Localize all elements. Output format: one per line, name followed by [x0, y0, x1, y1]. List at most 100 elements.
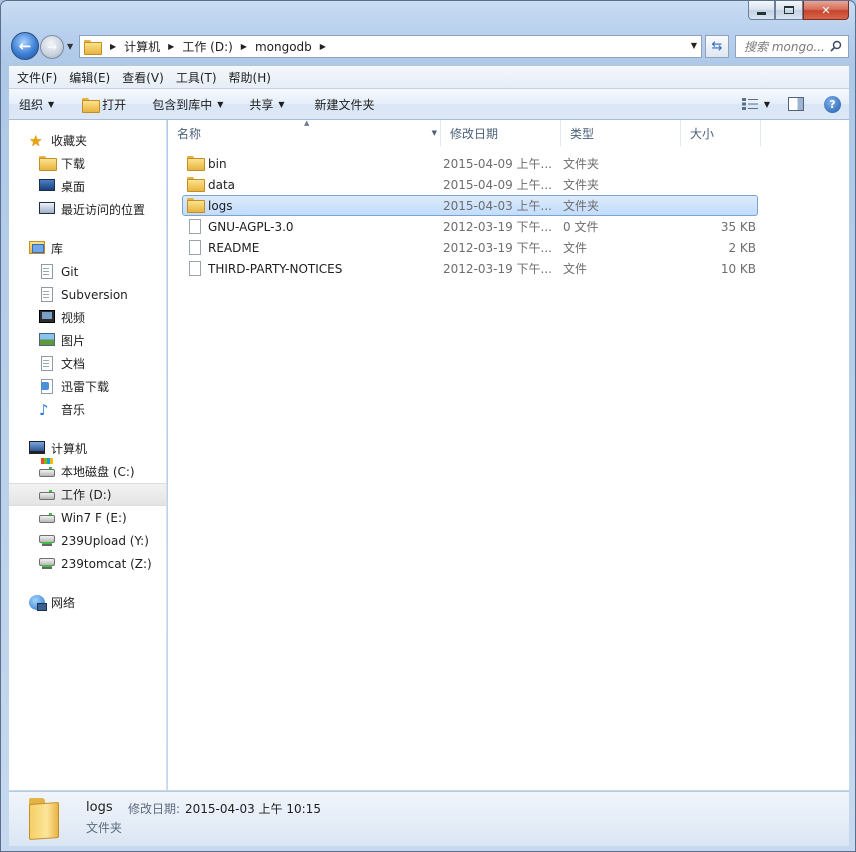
navigation-row: ← → ▼ ▶ 计算机 ▶ 工作 (D:) ▶ mongodb ▶ ▼ ⇆ 搜索… — [9, 31, 849, 61]
breadcrumb-computer[interactable]: 计算机 — [120, 36, 164, 57]
open-label: 打开 — [102, 97, 127, 112]
column-header-size[interactable]: 大小 — [681, 120, 761, 146]
nav-item-recent-places[interactable]: 最近访问的位置 — [9, 198, 166, 221]
forward-button[interactable]: → — [40, 35, 64, 59]
breadcrumb-separator-icon[interactable]: ▶ — [106, 42, 120, 51]
file-date: 2015-04-09 上午... — [443, 157, 552, 171]
nav-group-label: 计算机 — [51, 442, 88, 456]
column-header-date[interactable]: 修改日期 — [441, 120, 561, 146]
breadcrumb-drive-d[interactable]: 工作 (D:) — [178, 36, 236, 57]
breadcrumb-separator-icon[interactable]: ▶ — [237, 42, 251, 51]
close-button[interactable]: ✕ — [803, 1, 849, 20]
refresh-button[interactable]: ⇆ — [705, 35, 729, 58]
network-drive-icon — [39, 557, 55, 566]
nav-item-subversion[interactable]: Subversion — [9, 283, 166, 306]
nav-item-drive-c[interactable]: 本地磁盘 (C:) — [9, 460, 166, 483]
chevron-down-icon: ▼ — [217, 99, 224, 109]
help-icon[interactable]: ? — [824, 95, 841, 113]
file-list: bin 2015-04-09 上午... 文件夹 data 2015-04-09… — [182, 153, 758, 279]
column-label: 类型 — [570, 126, 595, 141]
maximize-icon — [784, 6, 794, 14]
file-date: 2015-04-03 上午... — [443, 199, 552, 213]
back-button[interactable]: ← — [11, 32, 39, 60]
details-item-name: logs — [86, 800, 113, 815]
nav-item-drive-y[interactable]: 239Upload (Y:) — [9, 529, 166, 552]
nav-computer[interactable]: 计算机 — [9, 437, 166, 460]
folder-icon — [187, 176, 205, 192]
nav-item-documents[interactable]: 文档 — [9, 352, 166, 375]
nav-item-drive-d[interactable]: 工作 (D:) — [9, 483, 166, 506]
address-dropdown-icon[interactable]: ▼ — [691, 41, 697, 50]
view-options-icon[interactable] — [741, 98, 758, 110]
new-folder-button[interactable]: 新建文件夹 — [293, 89, 383, 119]
nav-item-label: 迅雷下载 — [61, 380, 110, 394]
include-library-label: 包含到库中 — [152, 97, 213, 112]
new-folder-label: 新建文件夹 — [314, 97, 375, 112]
file-icon — [189, 239, 201, 255]
nav-item-downloads[interactable]: 下载 — [9, 152, 166, 175]
document-icon — [41, 355, 53, 371]
file-row-logs[interactable]: logs 2015-04-03 上午... 文件夹 — [182, 195, 758, 216]
recent-places-icon — [39, 201, 55, 214]
file-size: 35 KB — [720, 219, 756, 234]
menu-bar: 文件(F) 编辑(E) 查看(V) 工具(T) 帮助(H) — [9, 65, 849, 89]
include-library-button[interactable]: 包含到库中 ▼ — [134, 89, 231, 119]
menu-edit[interactable]: 编辑(E) — [63, 66, 116, 88]
nav-group-label: 网络 — [51, 596, 76, 610]
breadcrumb-mongodb[interactable]: mongodb — [251, 36, 316, 57]
picture-icon — [39, 332, 55, 346]
minimize-button[interactable] — [748, 1, 775, 20]
download-folder-icon — [39, 155, 57, 171]
nav-item-videos[interactable]: 视频 — [9, 306, 166, 329]
nav-item-thunder-downloads[interactable]: 迅雷下载 — [9, 375, 166, 398]
menu-tools[interactable]: 工具(T) — [170, 66, 223, 88]
nav-item-git[interactable]: Git — [9, 260, 166, 283]
search-input[interactable]: 搜索 mongo... — [735, 35, 849, 58]
file-row-bin[interactable]: bin 2015-04-09 上午... 文件夹 — [182, 153, 758, 174]
nav-item-label: 本地磁盘 (C:) — [61, 465, 135, 479]
git-library-icon — [41, 263, 53, 279]
nav-item-drive-z[interactable]: 239tomcat (Z:) — [9, 552, 166, 575]
share-label: 共享 — [249, 97, 274, 112]
view-dropdown-icon[interactable]: ▼ — [764, 100, 770, 109]
nav-item-pictures[interactable]: 图片 — [9, 329, 166, 352]
column-header-type[interactable]: 类型 — [561, 120, 681, 146]
file-row-data[interactable]: data 2015-04-09 上午... 文件夹 — [182, 174, 758, 195]
nav-item-drive-e[interactable]: Win7 F (E:) — [9, 506, 166, 529]
open-folder-icon — [82, 97, 101, 113]
share-button[interactable]: 共享 ▼ — [231, 89, 292, 119]
file-name: THIRD-PARTY-NOTICES — [208, 261, 343, 276]
maximize-button[interactable] — [775, 1, 803, 20]
thunder-download-icon — [41, 378, 53, 394]
nav-item-music[interactable]: ♪ 音乐 — [9, 398, 166, 421]
nav-favorites[interactable]: ★ 收藏夹 — [9, 129, 166, 152]
recent-pages-dropdown[interactable]: ▼ — [67, 42, 73, 51]
file-type: 文件夹 — [563, 178, 600, 192]
nav-libraries[interactable]: 库 — [9, 237, 166, 260]
file-icon — [189, 260, 201, 276]
breadcrumb-separator-icon[interactable]: ▶ — [316, 42, 330, 51]
menu-file[interactable]: 文件(F) — [11, 66, 63, 88]
menu-view[interactable]: 查看(V) — [116, 66, 170, 88]
nav-network[interactable]: 网络 — [9, 591, 166, 614]
address-bar[interactable]: ▶ 计算机 ▶ 工作 (D:) ▶ mongodb ▶ ▼ — [79, 35, 702, 58]
column-header-name[interactable]: ▲ 名称 ▼ — [168, 119, 441, 146]
file-size: 10 KB — [720, 261, 756, 276]
nav-item-label: 桌面 — [61, 180, 86, 194]
menu-help[interactable]: 帮助(H) — [223, 66, 277, 88]
preview-pane-icon[interactable] — [788, 97, 804, 111]
organize-button[interactable]: 组织 ▼ — [9, 89, 62, 119]
details-pane: logs 修改日期: 2015-04-03 上午 10:15 文件夹 — [9, 791, 849, 846]
nav-item-desktop[interactable]: 桌面 — [9, 175, 166, 198]
refresh-icon: ⇆ — [711, 39, 723, 54]
file-row-third-party-notices[interactable]: THIRD-PARTY-NOTICES 2012-03-19 下午... 文件 … — [182, 258, 758, 279]
breadcrumb-separator-icon[interactable]: ▶ — [164, 42, 178, 51]
file-row-readme[interactable]: README 2012-03-19 下午... 文件 2 KB — [182, 237, 758, 258]
open-button[interactable]: 打开 — [62, 89, 134, 119]
file-row-gnu-agpl[interactable]: GNU-AGPL-3.0 2012-03-19 下午... 0 文件 35 KB — [182, 216, 758, 237]
file-date: 2012-03-19 下午... — [443, 220, 552, 234]
nav-item-label: Subversion — [61, 287, 128, 302]
subversion-library-icon — [41, 286, 53, 302]
column-filter-dropdown-icon[interactable]: ▼ — [432, 129, 437, 137]
nav-item-label: 图片 — [61, 334, 86, 348]
